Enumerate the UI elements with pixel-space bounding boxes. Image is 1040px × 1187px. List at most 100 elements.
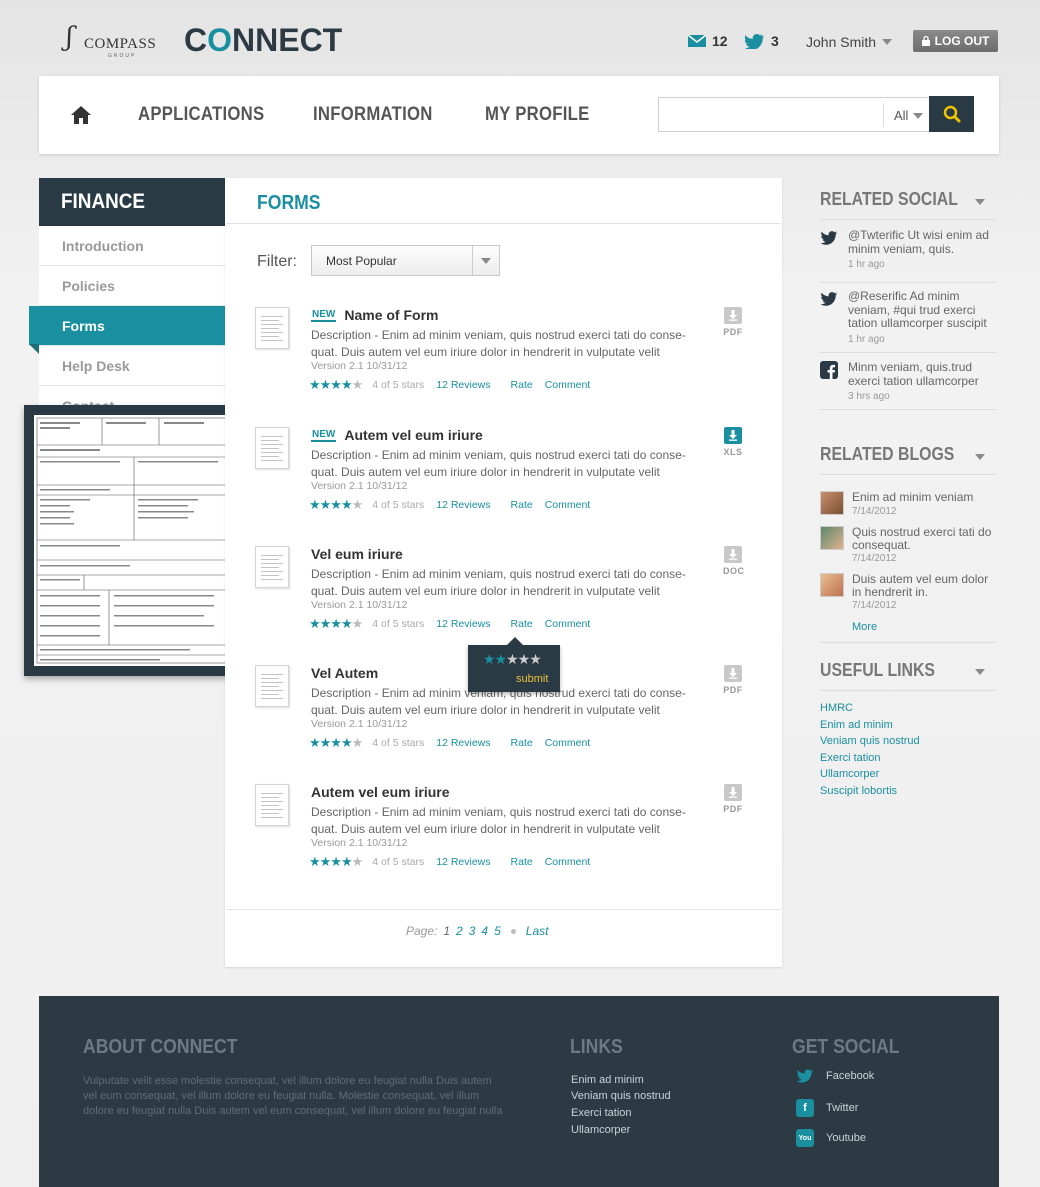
- form-thumbnail[interactable]: [255, 665, 289, 707]
- rating-stars[interactable]: ★★★★★: [483, 651, 542, 668]
- footer-youtube-link[interactable]: You Youtube: [796, 1129, 866, 1147]
- footer-twitter-link[interactable]: f Twitter: [796, 1099, 858, 1117]
- user-menu[interactable]: John Smith: [806, 34, 893, 50]
- connect-logo[interactable]: CONNECT: [184, 22, 342, 59]
- chevron-down-icon[interactable]: [975, 454, 985, 460]
- rating-stars: ★★★★★: [309, 377, 363, 392]
- blog-post[interactable]: Duis autem vel eum dolor in hendrerit in…: [820, 573, 996, 611]
- download-button[interactable]: DOC: [723, 546, 744, 576]
- reviews-link[interactable]: 12 Reviews: [436, 856, 490, 868]
- search-scope-select[interactable]: All: [894, 108, 924, 123]
- messages-indicator[interactable]: 12: [688, 33, 728, 49]
- rate-link[interactable]: Rate: [511, 379, 533, 391]
- form-title-row[interactable]: Autem vel eum iriure: [311, 784, 450, 800]
- more-blogs-link[interactable]: More: [852, 621, 877, 633]
- footer-facebook-link[interactable]: Facebook: [796, 1069, 874, 1083]
- reviews-link[interactable]: 12 Reviews: [436, 618, 490, 630]
- useful-link[interactable]: Ullamcorper: [820, 768, 879, 780]
- form-title-row[interactable]: Vel eum iriure: [311, 546, 403, 562]
- rate-link[interactable]: Rate: [511, 618, 533, 630]
- sidebar-item-forms[interactable]: Forms: [29, 306, 225, 346]
- form-description: Description - Enim ad minim veniam, quis…: [311, 328, 686, 359]
- page-link-last[interactable]: Last: [526, 924, 549, 938]
- rate-link[interactable]: Rate: [511, 499, 533, 511]
- useful-link[interactable]: Veniam quis nostrud: [820, 735, 920, 747]
- useful-link[interactable]: HMRC: [820, 702, 853, 714]
- form-thumbnail[interactable]: [255, 307, 289, 349]
- social-post[interactable]: @Reserific Ad minim veniam, #qui trud ex…: [820, 289, 996, 346]
- chevron-down-icon[interactable]: [975, 199, 985, 205]
- blog-post[interactable]: Enim ad minim veniam 7/14/2012: [820, 491, 996, 521]
- download-button[interactable]: PDF: [723, 784, 743, 814]
- download-button[interactable]: PDF: [723, 307, 743, 337]
- new-badge: NEW: [311, 308, 337, 322]
- page-link[interactable]: 1: [443, 924, 450, 938]
- social-post[interactable]: Minm veniam, quis.trud exerci tation ull…: [820, 360, 996, 405]
- new-badge: NEW: [311, 428, 337, 442]
- nav-my-profile[interactable]: MY PROFILE: [485, 104, 590, 126]
- footer-link[interactable]: Exerci tation: [571, 1107, 632, 1119]
- page-link[interactable]: 2: [456, 924, 463, 938]
- reviews-link[interactable]: 12 Reviews: [436, 737, 490, 749]
- form-version: Version 2.1 10/31/12: [311, 718, 408, 730]
- youtube-icon: You: [796, 1129, 814, 1147]
- useful-link[interactable]: Enim ad minim: [820, 719, 893, 731]
- form-meta: ★★★★★ 4 of 5 stars 12 Reviews Rate Comment: [309, 616, 590, 632]
- rating-submit-button[interactable]: submit: [516, 673, 548, 685]
- form-thumbnail[interactable]: [255, 784, 289, 826]
- search-icon: [943, 105, 960, 123]
- filter-select[interactable]: Most Popular: [311, 245, 500, 276]
- nav-information[interactable]: INFORMATION: [313, 104, 433, 126]
- form-title-row[interactable]: Vel Autem: [311, 665, 378, 681]
- twitter-icon: [796, 1069, 813, 1083]
- comment-link[interactable]: Comment: [545, 618, 591, 630]
- form-preview-popup: [24, 405, 242, 676]
- logout-button[interactable]: LOG OUT: [913, 30, 998, 52]
- search-divider: [883, 103, 884, 127]
- comment-link[interactable]: Comment: [545, 379, 591, 391]
- form-preview-image: [34, 415, 232, 666]
- search-input[interactable]: [658, 97, 930, 132]
- page-link[interactable]: 3: [469, 924, 476, 938]
- comment-link[interactable]: Comment: [545, 737, 591, 749]
- sidebar-item-help-desk[interactable]: Help Desk: [39, 346, 225, 386]
- home-icon[interactable]: [70, 105, 92, 130]
- comment-link[interactable]: Comment: [545, 856, 591, 868]
- active-tab-fold: [29, 344, 39, 354]
- chevron-down-icon[interactable]: [472, 246, 499, 275]
- lock-icon: [921, 36, 930, 46]
- twitter-indicator[interactable]: 3: [745, 33, 779, 49]
- download-button[interactable]: XLS: [723, 427, 743, 457]
- mail-icon: [688, 35, 706, 47]
- rating-stars: ★★★★★: [309, 497, 363, 512]
- form-thumbnail[interactable]: [255, 427, 289, 469]
- compass-logo[interactable]: ʃ COMPASS GROUP: [66, 22, 166, 60]
- useful-link[interactable]: Suscipit lobortis: [820, 785, 897, 797]
- social-post[interactable]: @Twterific Ut wisi enim ad minim veniam,…: [820, 228, 996, 285]
- footer-link[interactable]: Veniam quis nostrud: [571, 1090, 671, 1102]
- footer-link[interactable]: Ullamcorper: [571, 1124, 630, 1136]
- facebook-icon: [820, 361, 838, 379]
- search-button[interactable]: [929, 96, 974, 132]
- rate-link[interactable]: Rate: [511, 856, 533, 868]
- comment-link[interactable]: Comment: [545, 499, 591, 511]
- sidebar-item-introduction[interactable]: Introduction: [39, 226, 225, 266]
- reviews-link[interactable]: 12 Reviews: [436, 379, 490, 391]
- page-link[interactable]: 4: [481, 924, 488, 938]
- footer-link[interactable]: Enim ad minim: [571, 1074, 644, 1086]
- form-thumbnail[interactable]: [255, 546, 289, 588]
- useful-link[interactable]: Exerci tation: [820, 752, 881, 764]
- divider: [226, 223, 781, 224]
- form-title-row[interactable]: NEW Name of Form: [311, 307, 438, 323]
- blog-post[interactable]: Quis nostrud exerci tati do consequat. 7/…: [820, 526, 996, 564]
- rate-link[interactable]: Rate: [511, 737, 533, 749]
- page-link[interactable]: 5: [494, 924, 501, 938]
- sidebar-item-policies[interactable]: Policies: [39, 266, 225, 306]
- nav-applications[interactable]: APPLICATIONS: [138, 104, 264, 126]
- form-title-row[interactable]: NEW Autem vel eum iriure: [311, 427, 483, 443]
- form-meta: ★★★★★ 4 of 5 stars 12 Reviews Rate Comment: [309, 377, 590, 393]
- reviews-link[interactable]: 12 Reviews: [436, 499, 490, 511]
- avatar: [820, 573, 844, 597]
- chevron-down-icon[interactable]: [975, 669, 985, 675]
- download-button[interactable]: PDF: [723, 665, 743, 695]
